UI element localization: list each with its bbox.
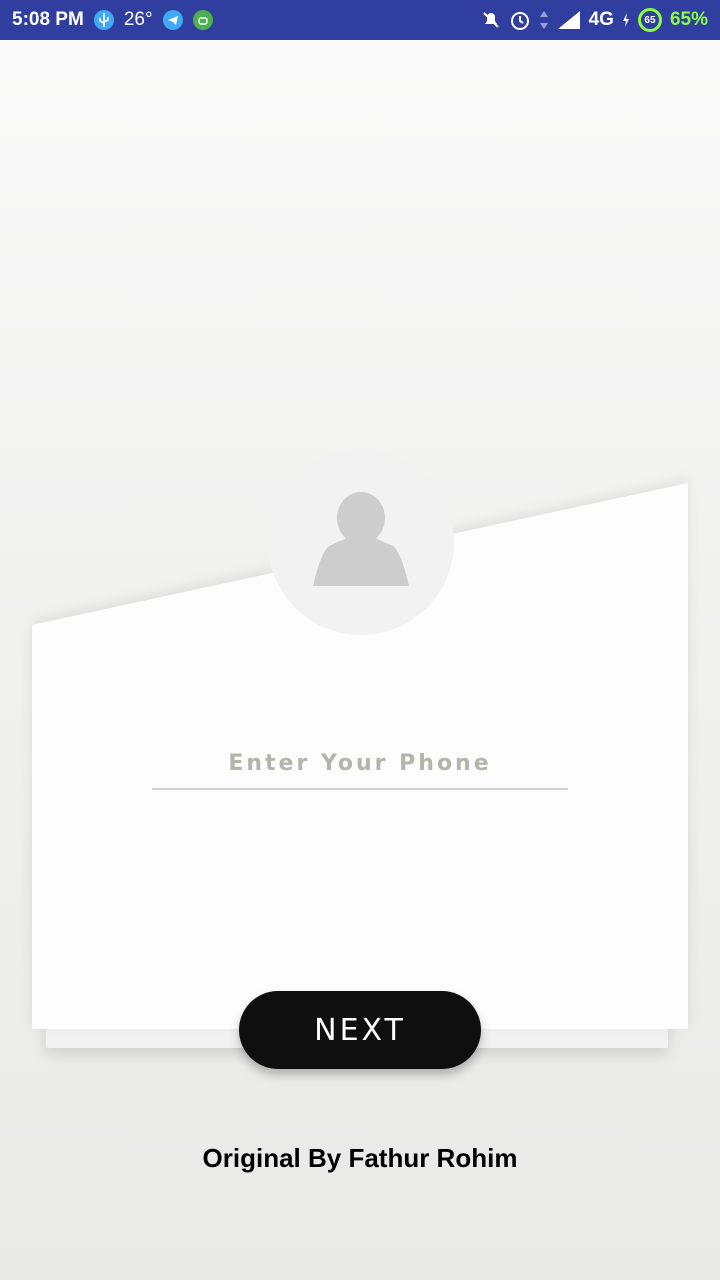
charging-icon — [622, 13, 630, 27]
credit-text: Original By Fathur Rohim — [202, 1143, 518, 1173]
avatar — [268, 449, 454, 635]
next-button-label: NEXT — [314, 1012, 406, 1048]
telegram-icon — [162, 10, 183, 30]
temperature-label: 26° — [123, 9, 153, 30]
data-arrows-icon — [539, 10, 549, 30]
status-bar: 5:08 PM 26° 4G 65 65% — [0, 0, 720, 40]
user-icon — [309, 488, 413, 597]
battery-percent: 65% — [669, 9, 708, 30]
network-type: 4G — [588, 9, 614, 30]
battery-icon: 65 — [637, 8, 662, 32]
clock: 5:08 PM — [12, 9, 84, 30]
android-icon — [192, 10, 213, 30]
alarm-icon — [509, 9, 531, 31]
next-button[interactable]: NEXT — [239, 991, 481, 1069]
mute-icon — [481, 10, 501, 30]
usb-icon — [93, 10, 114, 30]
signal-icon — [557, 10, 581, 30]
phone-input[interactable] — [152, 738, 568, 790]
